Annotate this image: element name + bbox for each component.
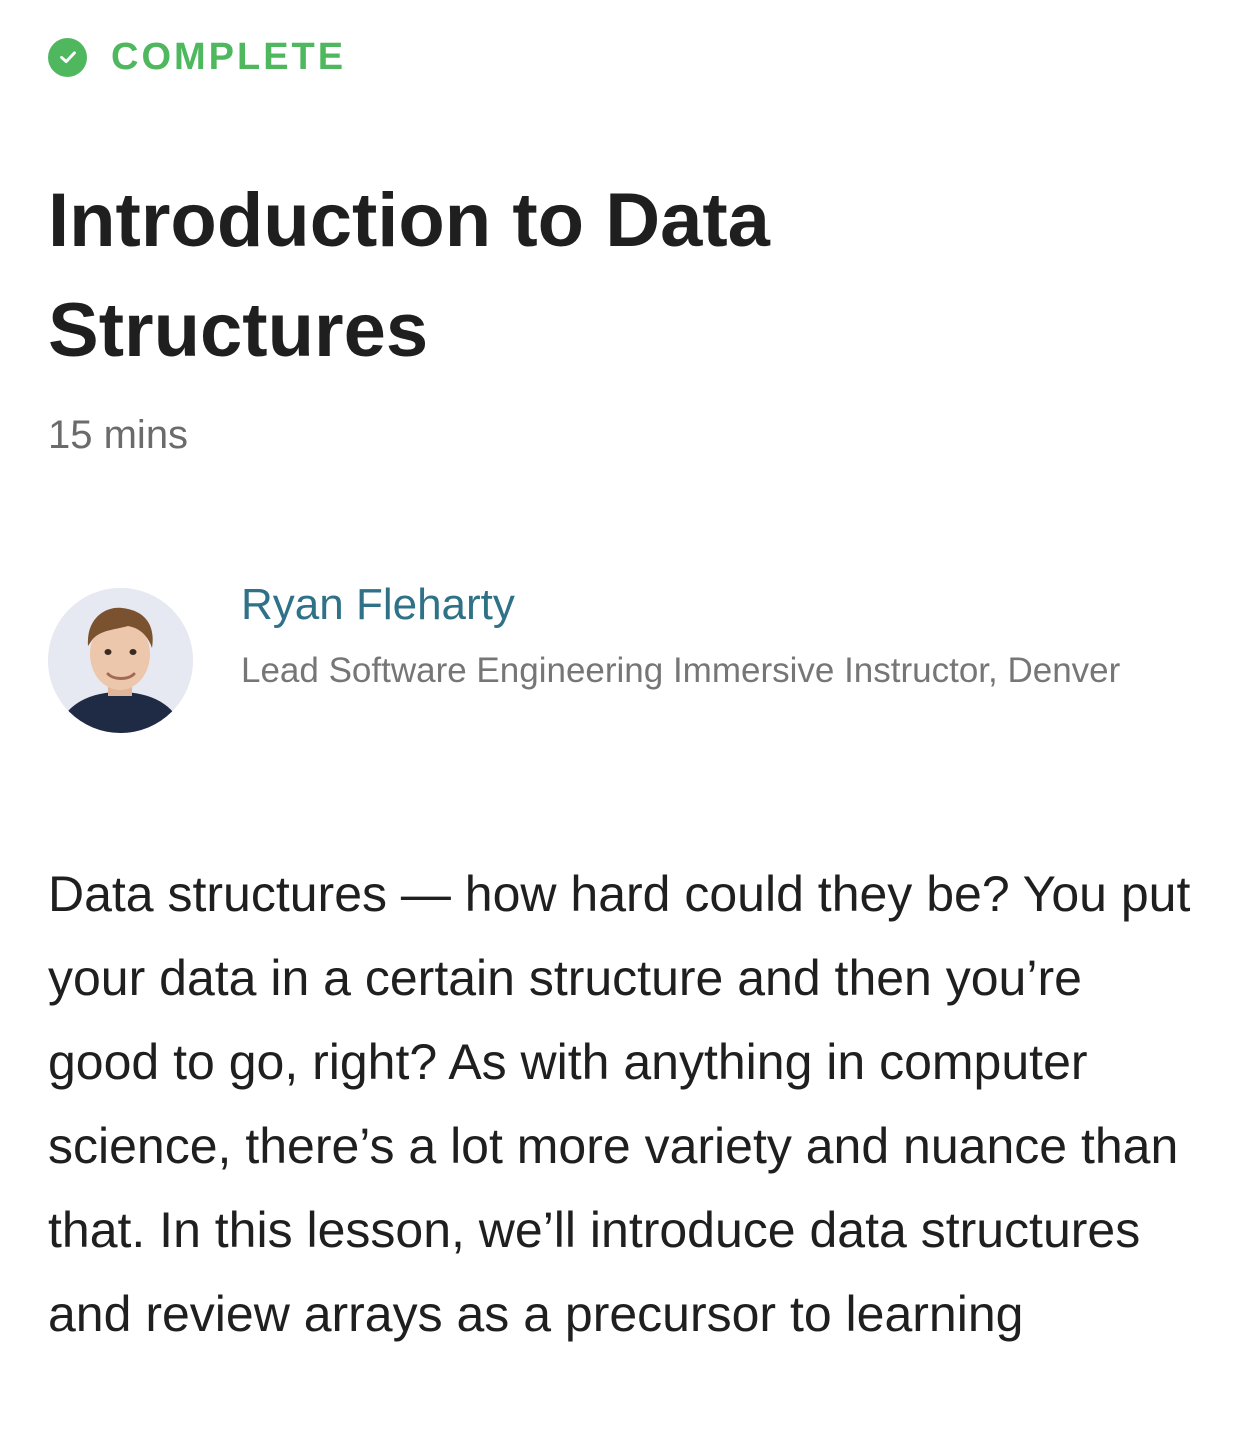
lesson-duration: 15 mins bbox=[48, 413, 189, 457]
status-label: COMPLETE bbox=[111, 36, 347, 78]
check-circle-icon bbox=[48, 37, 87, 77]
author-card[interactable]: Ryan Fleharty Lead Software Engineering … bbox=[48, 574, 1198, 774]
lesson-title: Introduction to Data Structures bbox=[48, 178, 770, 373]
avatar-photo bbox=[48, 588, 193, 733]
lesson-status: COMPLETE bbox=[48, 36, 346, 78]
author-role: Lead Software Engineering Immersive Inst… bbox=[241, 651, 1121, 690]
author-name[interactable]: Ryan Fleharty bbox=[241, 578, 515, 632]
author-avatar[interactable] bbox=[48, 588, 193, 733]
lesson-description: Data structures — how hard could they be… bbox=[48, 866, 1191, 1342]
